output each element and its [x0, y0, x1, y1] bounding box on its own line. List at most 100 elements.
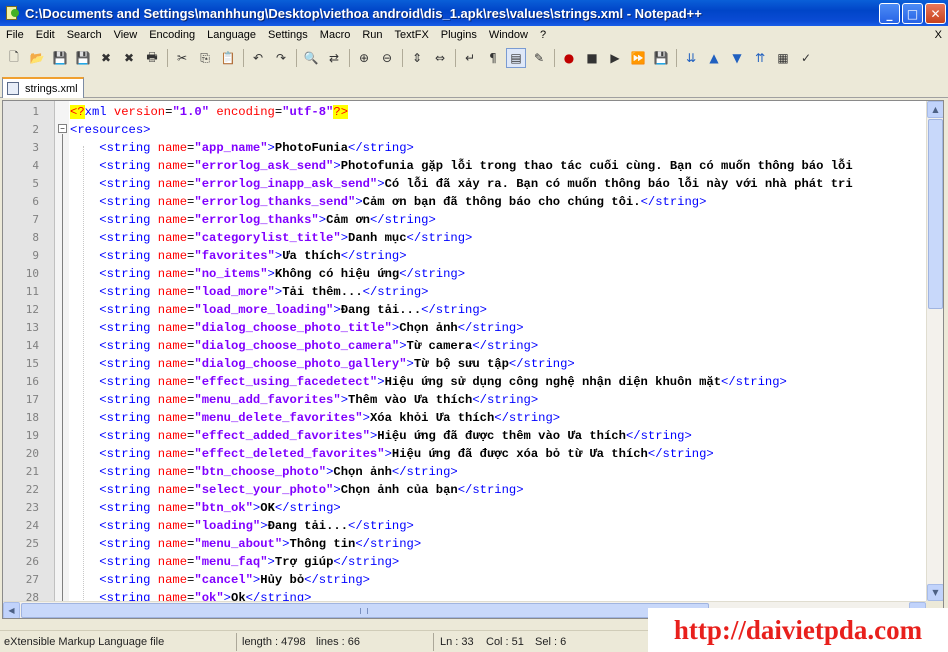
code-editor[interactable]: 1 2 3 4 5 6 7 8 9 10 11 12 13 14 15 16 17 18 19 20 21 22 23 24 2…	[2, 100, 944, 619]
code-line[interactable]: <string name="menu_add_favorites">Thêm v…	[70, 391, 538, 409]
line-number: 21	[25, 465, 39, 478]
save-all-icon[interactable]: 💾	[73, 48, 93, 68]
word-wrap-icon[interactable]: ↵	[460, 48, 480, 68]
line-number: 19	[25, 429, 39, 442]
menu-edit[interactable]: Edit	[30, 29, 61, 41]
scroll-left-icon[interactable]: ◀	[3, 602, 20, 618]
window-title: C:\Documents and Settings\manhhung\Deskt…	[25, 5, 702, 21]
fold-toggle-icon[interactable]: −	[58, 124, 67, 133]
code-line[interactable]: <?xml version="1.0" encoding="utf-8"?>	[70, 103, 349, 121]
code-line[interactable]: <string name="select_your_photo">Chọn ản…	[70, 481, 523, 499]
down-icon[interactable]: ▼	[727, 48, 747, 68]
code-line[interactable]: <string name="loading">Đang tải...</stri…	[70, 517, 414, 535]
code-line[interactable]: <string name="effect_added_favorites">Hi…	[70, 427, 692, 445]
string-value: Chọn ảnh của bạn	[340, 483, 458, 497]
code-line[interactable]: <string name="categorylist_title">Danh m…	[70, 229, 472, 247]
close-icon[interactable]: ✖	[96, 48, 116, 68]
menu-help[interactable]: ?	[534, 29, 552, 41]
run-macro-multiple-icon[interactable]: ⏩	[628, 48, 648, 68]
new-file-icon[interactable]: 🗋	[4, 48, 24, 68]
code-line[interactable]: <string name="dialog_choose_photo_title"…	[70, 319, 523, 337]
code-line[interactable]: <string name="menu_about">Thông tin</str…	[70, 535, 421, 553]
code-line[interactable]: <string name="menu_delete_favorites">Xóa…	[70, 409, 560, 427]
code-line[interactable]: <string name="btn_choose_photo">Chọn ảnh…	[70, 463, 457, 481]
menu-language[interactable]: Language	[201, 29, 262, 41]
show-all-chars-icon[interactable]: ¶	[483, 48, 503, 68]
paste-icon[interactable]: 📋	[218, 48, 238, 68]
code-line[interactable]: <string name="errorlog_inapp_ask_send">C…	[70, 175, 852, 193]
tab-strings-xml[interactable]: strings.xml	[2, 77, 84, 98]
menu-run[interactable]: Run	[356, 29, 388, 41]
code-line[interactable]: <string name="btn_ok">OK</string>	[70, 499, 340, 517]
code-line[interactable]: <string name="errorlog_ask_send">Photofu…	[70, 157, 852, 175]
find-icon[interactable]: 🔍	[301, 48, 321, 68]
clipboard-icon[interactable]: ▦	[773, 48, 793, 68]
status-line-number: Ln : 33	[440, 636, 474, 648]
code-line[interactable]: <string name="no_items">Không có hiệu ứn…	[70, 265, 465, 283]
string-value: PhotoFunia	[274, 141, 349, 155]
menu-plugins[interactable]: Plugins	[435, 29, 483, 41]
replace-icon[interactable]: ⇄	[324, 48, 344, 68]
line-number: 12	[25, 303, 39, 316]
copy-icon[interactable]: ⎘	[195, 48, 215, 68]
code-line[interactable]: <string name="app_name">PhotoFunia</stri…	[70, 139, 414, 157]
indent-guide-icon[interactable]: ▤	[506, 48, 526, 68]
code-line[interactable]: <string name="favorites">Ưa thích</strin…	[70, 247, 406, 265]
undo-icon[interactable]: ↶	[248, 48, 268, 68]
spell-check-icon[interactable]: ✓	[796, 48, 816, 68]
scroll-up-icon[interactable]: ▲	[927, 101, 943, 118]
up-icon[interactable]: ▲	[704, 48, 724, 68]
string-name-attr: select_your_photo	[201, 483, 327, 497]
close-document-button[interactable]: X	[935, 26, 942, 44]
menu-encoding[interactable]: Encoding	[143, 29, 201, 41]
horizontal-scroll-thumb[interactable]	[21, 603, 709, 618]
scroll-down-icon[interactable]: ▼	[927, 584, 943, 601]
code-line[interactable]: <string name="errorlog_thanks_send">Cảm …	[70, 193, 706, 211]
title-bar[interactable]: C:\Documents and Settings\manhhung\Deskt…	[0, 0, 948, 26]
code-line[interactable]: <string name="effect_using_facedetect">H…	[70, 373, 787, 391]
menu-macro[interactable]: Macro	[314, 29, 357, 41]
redo-icon[interactable]: ↷	[271, 48, 291, 68]
fold-all-icon[interactable]: ⇊	[681, 48, 701, 68]
code-line[interactable]: <resources>	[70, 121, 150, 139]
sync-vertical-icon[interactable]: ⇕	[407, 48, 427, 68]
code-line[interactable]: <string name="dialog_choose_photo_galler…	[70, 355, 574, 373]
string-name-attr: btn_ok	[201, 501, 246, 515]
menu-search[interactable]: Search	[61, 29, 108, 41]
string-value: Đang tải...	[267, 519, 349, 533]
menu-textfx[interactable]: TextFX	[389, 29, 435, 41]
maximize-button[interactable]: □	[902, 3, 923, 24]
save-icon[interactable]: 💾	[50, 48, 70, 68]
notepadpp-app-icon[interactable]	[4, 5, 20, 21]
unfold-all-icon[interactable]: ⇈	[750, 48, 770, 68]
code-line[interactable]: <string name="effect_deleted_favorites">…	[70, 445, 713, 463]
code-line[interactable]: <string name="cancel">Hủy bỏ</string>	[70, 571, 370, 589]
code-line[interactable]: <string name="dialog_choose_photo_camera…	[70, 337, 538, 355]
cut-icon[interactable]: ✂	[172, 48, 192, 68]
menu-settings[interactable]: Settings	[262, 29, 314, 41]
vertical-scroll-thumb[interactable]	[928, 119, 943, 309]
fold-margin[interactable]: −	[55, 101, 69, 601]
zoom-in-icon[interactable]: ⊕	[354, 48, 374, 68]
code-line[interactable]: <string name="load_more">Tải thêm...</st…	[70, 283, 428, 301]
record-macro-icon[interactable]: ●	[559, 48, 579, 68]
play-macro-icon[interactable]: ▶	[605, 48, 625, 68]
code-line[interactable]: <string name="load_more_loading">Đang tả…	[70, 301, 487, 319]
close-button[interactable]: ✕	[925, 3, 946, 24]
zoom-out-icon[interactable]: ⊖	[377, 48, 397, 68]
print-icon[interactable]: 🖶	[142, 48, 162, 68]
open-file-icon[interactable]: 📂	[27, 48, 47, 68]
user-language-icon[interactable]: ✎	[529, 48, 549, 68]
code-line[interactable]: <string name="errorlog_thanks">Cảm ơn</s…	[70, 211, 436, 229]
save-macro-icon[interactable]: 💾	[651, 48, 671, 68]
code-line[interactable]: <string name="menu_faq">Trợ giúp</string…	[70, 553, 399, 571]
stop-record-icon[interactable]: ■	[582, 48, 602, 68]
string-value: Chọn ảnh	[399, 321, 458, 335]
sync-horizontal-icon[interactable]: ⇔	[430, 48, 450, 68]
menu-file[interactable]: File	[0, 29, 30, 41]
vertical-scrollbar[interactable]: ▲ ▼	[926, 101, 943, 601]
menu-view[interactable]: View	[108, 29, 144, 41]
menu-window[interactable]: Window	[483, 29, 534, 41]
minimize-button[interactable]: _	[879, 3, 900, 24]
close-all-icon[interactable]: ✖	[119, 48, 139, 68]
